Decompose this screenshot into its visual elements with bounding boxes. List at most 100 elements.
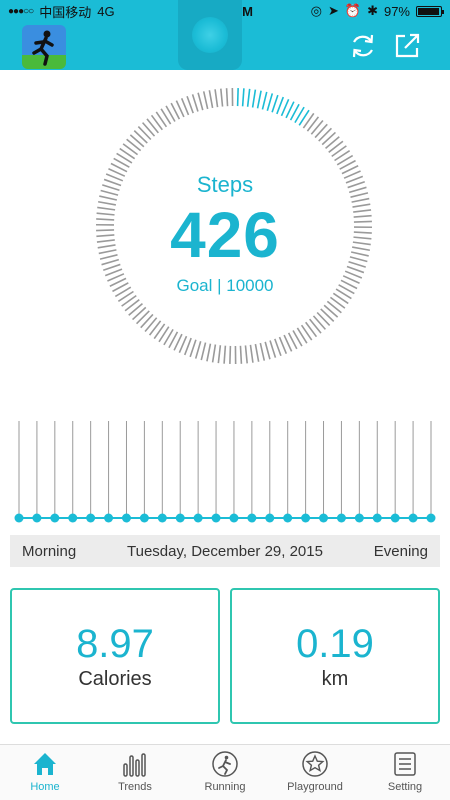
battery-icon bbox=[416, 5, 444, 17]
timeline-hour-dot[interactable] bbox=[426, 513, 436, 523]
steps-value: 426 bbox=[170, 199, 280, 271]
ring-tick bbox=[321, 131, 336, 146]
ring-tick bbox=[140, 313, 154, 329]
ring-tick bbox=[316, 311, 331, 327]
ring-tick-progress bbox=[236, 88, 239, 107]
ring-tick bbox=[249, 344, 254, 363]
timeline-hour-dot[interactable] bbox=[354, 513, 364, 523]
ring-tick bbox=[269, 340, 277, 358]
timeline-hour-dot[interactable] bbox=[211, 513, 221, 523]
timeline-hour-dot[interactable] bbox=[372, 513, 382, 523]
ring-tick bbox=[220, 88, 224, 107]
ring-tick bbox=[137, 125, 152, 141]
ring-tick bbox=[211, 344, 217, 363]
settings-icon bbox=[394, 752, 416, 776]
device-icon bbox=[192, 17, 228, 53]
ring-tick bbox=[225, 88, 229, 107]
center-device-button[interactable] bbox=[178, 0, 242, 70]
share-button[interactable] bbox=[393, 32, 421, 60]
timeline-start-label: Morning bbox=[22, 542, 77, 560]
status-right: ◎ ➤ ⏰ ✱ 97% bbox=[272, 3, 444, 19]
timeline-hour-dot[interactable] bbox=[68, 513, 78, 523]
tab-trends[interactable]: Trends bbox=[90, 745, 180, 800]
ring-tick bbox=[318, 127, 333, 142]
ring-tick-progress bbox=[251, 89, 257, 108]
timeline-hour-dot[interactable] bbox=[86, 513, 96, 523]
timeline-hour-dot[interactable] bbox=[408, 513, 418, 523]
ring-tick bbox=[208, 90, 214, 109]
ring-tick bbox=[202, 91, 209, 110]
share-icon bbox=[395, 33, 420, 58]
hourly-timeline[interactable] bbox=[10, 418, 440, 526]
timeline-date[interactable]: Tuesday, December 29, 2015 bbox=[127, 543, 323, 560]
ring-tick-progress bbox=[276, 96, 285, 115]
ring-tick bbox=[217, 345, 222, 364]
timeline-hour-dot[interactable] bbox=[157, 513, 167, 523]
ring-tick bbox=[197, 92, 204, 111]
timeline-hour-dot[interactable] bbox=[175, 513, 185, 523]
ring-tick bbox=[254, 343, 260, 362]
carrier-name: 中国移动 bbox=[39, 4, 92, 20]
ring-tick bbox=[314, 123, 328, 139]
tab-bar: Home Trends Running Playground Setting bbox=[0, 744, 450, 800]
timeline-hour-dot[interactable] bbox=[301, 513, 311, 523]
sync-icon bbox=[352, 34, 374, 58]
timeline-hour-dot[interactable] bbox=[193, 513, 203, 523]
ring-tick bbox=[183, 337, 192, 356]
runner-logo-icon bbox=[22, 25, 66, 69]
signal-strength-icon: ●●●○○ bbox=[8, 5, 34, 17]
timeline-hour-dot[interactable] bbox=[32, 513, 42, 523]
distance-value: 0.19 bbox=[296, 621, 374, 666]
ring-tick-progress bbox=[266, 93, 274, 111]
ring-tick bbox=[259, 342, 266, 361]
ring-tick bbox=[129, 134, 145, 148]
distance-label: km bbox=[321, 667, 349, 690]
tab-running[interactable]: Running bbox=[180, 745, 270, 800]
timeline-hour-dot[interactable] bbox=[283, 513, 293, 523]
ring-tick bbox=[274, 338, 282, 357]
tab-setting[interactable]: Setting bbox=[360, 745, 450, 800]
steps-goal: Goal | 10000 bbox=[176, 276, 274, 295]
tab-home[interactable]: Home bbox=[0, 745, 90, 800]
ring-tick bbox=[244, 345, 248, 364]
timeline-hour-dot[interactable] bbox=[265, 513, 275, 523]
home-icon bbox=[34, 753, 56, 775]
timeline-hour-dot[interactable] bbox=[319, 513, 329, 523]
ring-tick-progress bbox=[256, 90, 262, 109]
tab-label-setting: Setting bbox=[387, 781, 423, 793]
tab-label-playground: Playground bbox=[287, 781, 343, 793]
ring-tick bbox=[223, 345, 227, 364]
ring-tick bbox=[194, 341, 202, 359]
distance-card[interactable]: 0.19 km bbox=[230, 588, 440, 724]
timeline-hour-dot[interactable] bbox=[139, 513, 149, 523]
ring-tick bbox=[239, 345, 243, 364]
tab-label-trends: Trends bbox=[118, 781, 152, 793]
ring-tick bbox=[191, 94, 199, 112]
timeline-hour-dot[interactable] bbox=[121, 513, 131, 523]
timeline-hour-dot[interactable] bbox=[390, 513, 400, 523]
battery-fill bbox=[418, 7, 440, 15]
network-type: 4G bbox=[97, 3, 115, 19]
location-icon: ➤ bbox=[327, 3, 339, 18]
timeline-hour-dot[interactable] bbox=[104, 513, 114, 523]
calories-card[interactable]: 8.97 Calories bbox=[10, 588, 220, 724]
timeline-hour-dot[interactable] bbox=[229, 513, 239, 523]
timeline-hour-dot[interactable] bbox=[336, 513, 346, 523]
timeline-hour-dot[interactable] bbox=[247, 513, 257, 523]
ring-tick bbox=[141, 122, 156, 137]
ring-tick bbox=[214, 89, 219, 108]
ring-tick-progress bbox=[246, 88, 251, 107]
sync-button[interactable] bbox=[349, 32, 377, 60]
ring-tick bbox=[189, 339, 197, 358]
ring-tick bbox=[133, 130, 148, 144]
date-bar: Morning Tuesday, December 29, 2015 Eveni… bbox=[10, 535, 440, 567]
status-left: ●●●○○ 中国移动 4G bbox=[8, 2, 178, 21]
timeline-end-label: Evening bbox=[373, 542, 428, 560]
calories-label: Calories bbox=[78, 667, 152, 690]
timeline-hour-dot[interactable] bbox=[50, 513, 60, 523]
ring-tick bbox=[206, 343, 212, 362]
timeline-hour-dot[interactable] bbox=[14, 513, 24, 523]
ring-tick bbox=[186, 95, 194, 114]
tab-playground[interactable]: Playground bbox=[270, 745, 360, 800]
running-icon bbox=[212, 751, 238, 777]
